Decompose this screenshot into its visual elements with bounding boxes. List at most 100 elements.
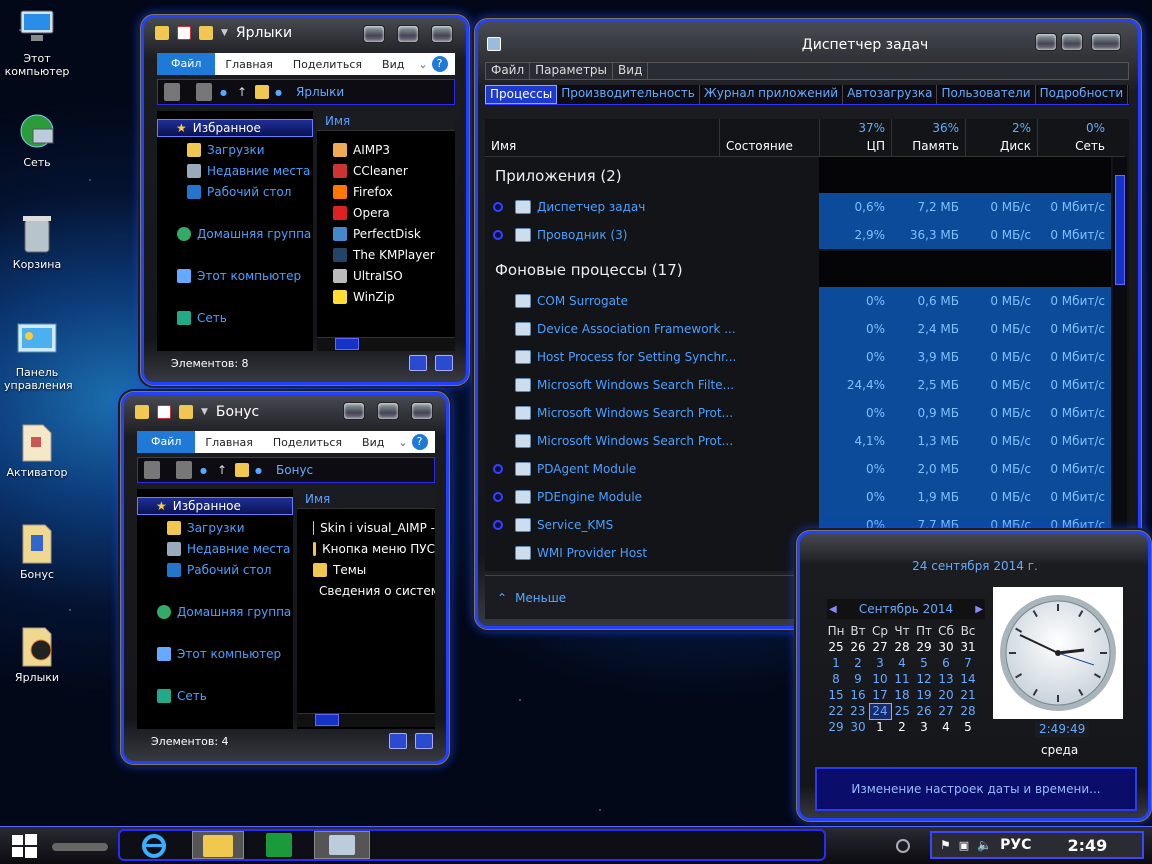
calendar-day[interactable]: 6 <box>935 655 957 671</box>
properties-icon[interactable] <box>157 405 171 419</box>
address-bar[interactable]: ● ↑ ● Ярлыки <box>157 79 455 105</box>
folder-icon[interactable] <box>135 405 149 419</box>
calendar-month[interactable]: Сентябрь 2014 <box>859 602 953 616</box>
list-item[interactable]: Темы <box>297 559 435 580</box>
taskbar-item-internet-explorer[interactable] <box>138 833 174 859</box>
expand-icon[interactable] <box>493 520 503 530</box>
calendar-day[interactable]: 16 <box>847 687 869 703</box>
address-bar[interactable]: ● ↑ ● Бонус <box>137 457 435 483</box>
tab-2[interactable]: Журнал приложений <box>700 85 844 104</box>
calendar-day[interactable]: 27 <box>935 703 957 719</box>
calendar-day[interactable]: 1 <box>869 719 891 735</box>
tree-item-desktop[interactable]: Рабочий стол <box>157 183 291 201</box>
chevron-down-icon[interactable]: ▼ <box>201 407 208 417</box>
calendar-day[interactable]: 11 <box>891 671 913 687</box>
tab-5[interactable]: Подробности <box>1036 85 1129 104</box>
calendar-day[interactable]: 31 <box>957 639 979 655</box>
list-item[interactable]: The KMPlayer <box>317 244 455 265</box>
scrollbar-thumb[interactable] <box>315 714 339 726</box>
scrollbar-thumb[interactable] <box>335 338 359 350</box>
tab-share[interactable]: Поделиться <box>263 436 352 449</box>
menu-view[interactable]: Вид <box>613 63 649 79</box>
maximize-button[interactable] <box>397 25 419 43</box>
calendar-day[interactable]: 26 <box>847 639 869 655</box>
tree-item-homegroup[interactable]: Домашняя группа <box>157 225 311 243</box>
process-row[interactable]: Microsoft Windows Search Filte... 24,4% 2,… <box>485 371 1125 399</box>
calendar-day[interactable]: 19 <box>913 687 935 703</box>
calendar-day[interactable]: 2 <box>891 719 913 735</box>
details-view-icon[interactable] <box>409 355 427 371</box>
tree-item-recent[interactable]: Недавние места <box>137 540 290 558</box>
calendar-day[interactable]: 27 <box>869 639 891 655</box>
desktop-icon-bonus[interactable]: Бонус <box>4 522 70 581</box>
desktop-icon-activator[interactable]: Активатор <box>4 420 70 479</box>
calendar-day[interactable]: 28 <box>891 639 913 655</box>
process-row[interactable]: Device Association Framework ... 0% 2,4 МБ… <box>485 315 1125 343</box>
process-row[interactable]: Проводник (3) 2,9% 36,3 МБ 0 МБ/с 0 Мбит/с <box>485 221 1125 249</box>
column-header-name[interactable]: Имя <box>317 111 455 131</box>
process-row[interactable]: Microsoft Windows Search Prot... 0% 0,9 МБ… <box>485 399 1125 427</box>
column-name[interactable]: Имя <box>491 139 516 153</box>
menu-file[interactable]: Файл <box>486 63 531 79</box>
list-item[interactable]: Сведения о систем <box>297 580 435 601</box>
folder-icon[interactable] <box>155 26 169 40</box>
tab-view[interactable]: Вид <box>352 436 394 449</box>
minimize-button[interactable] <box>1035 33 1057 51</box>
tab-share[interactable]: Поделиться <box>283 58 372 71</box>
menu-params[interactable]: Параметры <box>530 63 614 79</box>
calendar-day[interactable]: 8 <box>825 671 847 687</box>
tree-item-favorites[interactable]: ★ Избранное <box>157 119 313 137</box>
calendar-day[interactable]: 1 <box>825 655 847 671</box>
next-month-button[interactable]: ▶ <box>975 604 983 615</box>
calendar-day[interactable]: 24 <box>868 702 892 720</box>
taskbar-item-task-manager[interactable] <box>314 831 370 859</box>
taskbar-item-explorer[interactable] <box>192 831 244 859</box>
list-item[interactable]: CCleaner <box>317 160 455 181</box>
maximize-button[interactable] <box>1061 33 1083 51</box>
back-button[interactable] <box>164 83 180 101</box>
desktop-icon-control-panel[interactable]: Панель управления <box>4 320 73 392</box>
calendar-day[interactable]: 25 <box>891 703 913 719</box>
large-icons-view-icon[interactable] <box>435 355 453 371</box>
chevron-down-icon[interactable]: ⌄ <box>394 436 411 449</box>
calendar-day[interactable]: 12 <box>913 671 935 687</box>
calendar-day[interactable]: 5 <box>913 655 935 671</box>
tab-home[interactable]: Главная <box>195 436 263 449</box>
list-item[interactable]: UltraISO <box>317 265 455 286</box>
desktop-icon-shortcuts[interactable]: Ярлыки <box>4 625 70 684</box>
calendar-day[interactable]: 25 <box>825 639 847 655</box>
tab-view[interactable]: Вид <box>372 58 414 71</box>
flag-icon[interactable]: ⚑ <box>940 838 951 852</box>
list-item[interactable]: AIMP3 <box>317 139 455 160</box>
forward-button[interactable] <box>176 461 192 479</box>
calendar-day[interactable]: 17 <box>869 687 891 703</box>
new-folder-icon[interactable] <box>179 405 193 419</box>
maximize-button[interactable] <box>377 402 399 420</box>
language-indicator[interactable]: РУС <box>1000 837 1031 853</box>
column-cpu[interactable]: 37% ЦП <box>819 119 891 157</box>
horizontal-scrollbar[interactable] <box>317 337 455 351</box>
horizontal-scrollbar[interactable] <box>297 713 435 727</box>
help-icon[interactable]: ? <box>431 56 448 72</box>
tab-1[interactable]: Производительность <box>557 85 700 104</box>
column-memory[interactable]: 36% Память <box>891 119 965 157</box>
calendar-day[interactable]: 9 <box>847 671 869 687</box>
volume-icon[interactable]: 🔈 <box>977 838 992 852</box>
list-item[interactable]: Кнопка меню ПУС <box>297 538 435 559</box>
process-row[interactable]: PDEngine Module 0% 1,9 МБ 0 МБ/с 0 Мбит/с <box>485 483 1125 511</box>
process-row[interactable]: Host Process for Setting Synchr... 0% 3,9 … <box>485 343 1125 371</box>
change-date-time-settings-link[interactable]: Изменение настроек даты и времени... <box>815 767 1137 811</box>
minimize-button[interactable] <box>363 25 385 43</box>
tree-item-network[interactable]: Сеть <box>137 687 207 705</box>
desktop-icon-network[interactable]: Сеть <box>4 110 70 169</box>
tree-item-downloads[interactable]: Загрузки <box>157 141 265 159</box>
minimize-button[interactable] <box>343 402 365 420</box>
new-folder-icon[interactable] <box>199 26 213 40</box>
expand-icon[interactable] <box>493 492 503 502</box>
calendar-day[interactable]: 10 <box>869 671 891 687</box>
calendar-day[interactable]: 3 <box>913 719 935 735</box>
tray-clock[interactable]: 2:49 <box>1067 836 1107 855</box>
tab-6[interactable]: С <box>1128 85 1129 104</box>
tree-item-computer[interactable]: Этот компьютер <box>137 645 281 663</box>
tab-file[interactable]: Файл <box>157 53 216 75</box>
